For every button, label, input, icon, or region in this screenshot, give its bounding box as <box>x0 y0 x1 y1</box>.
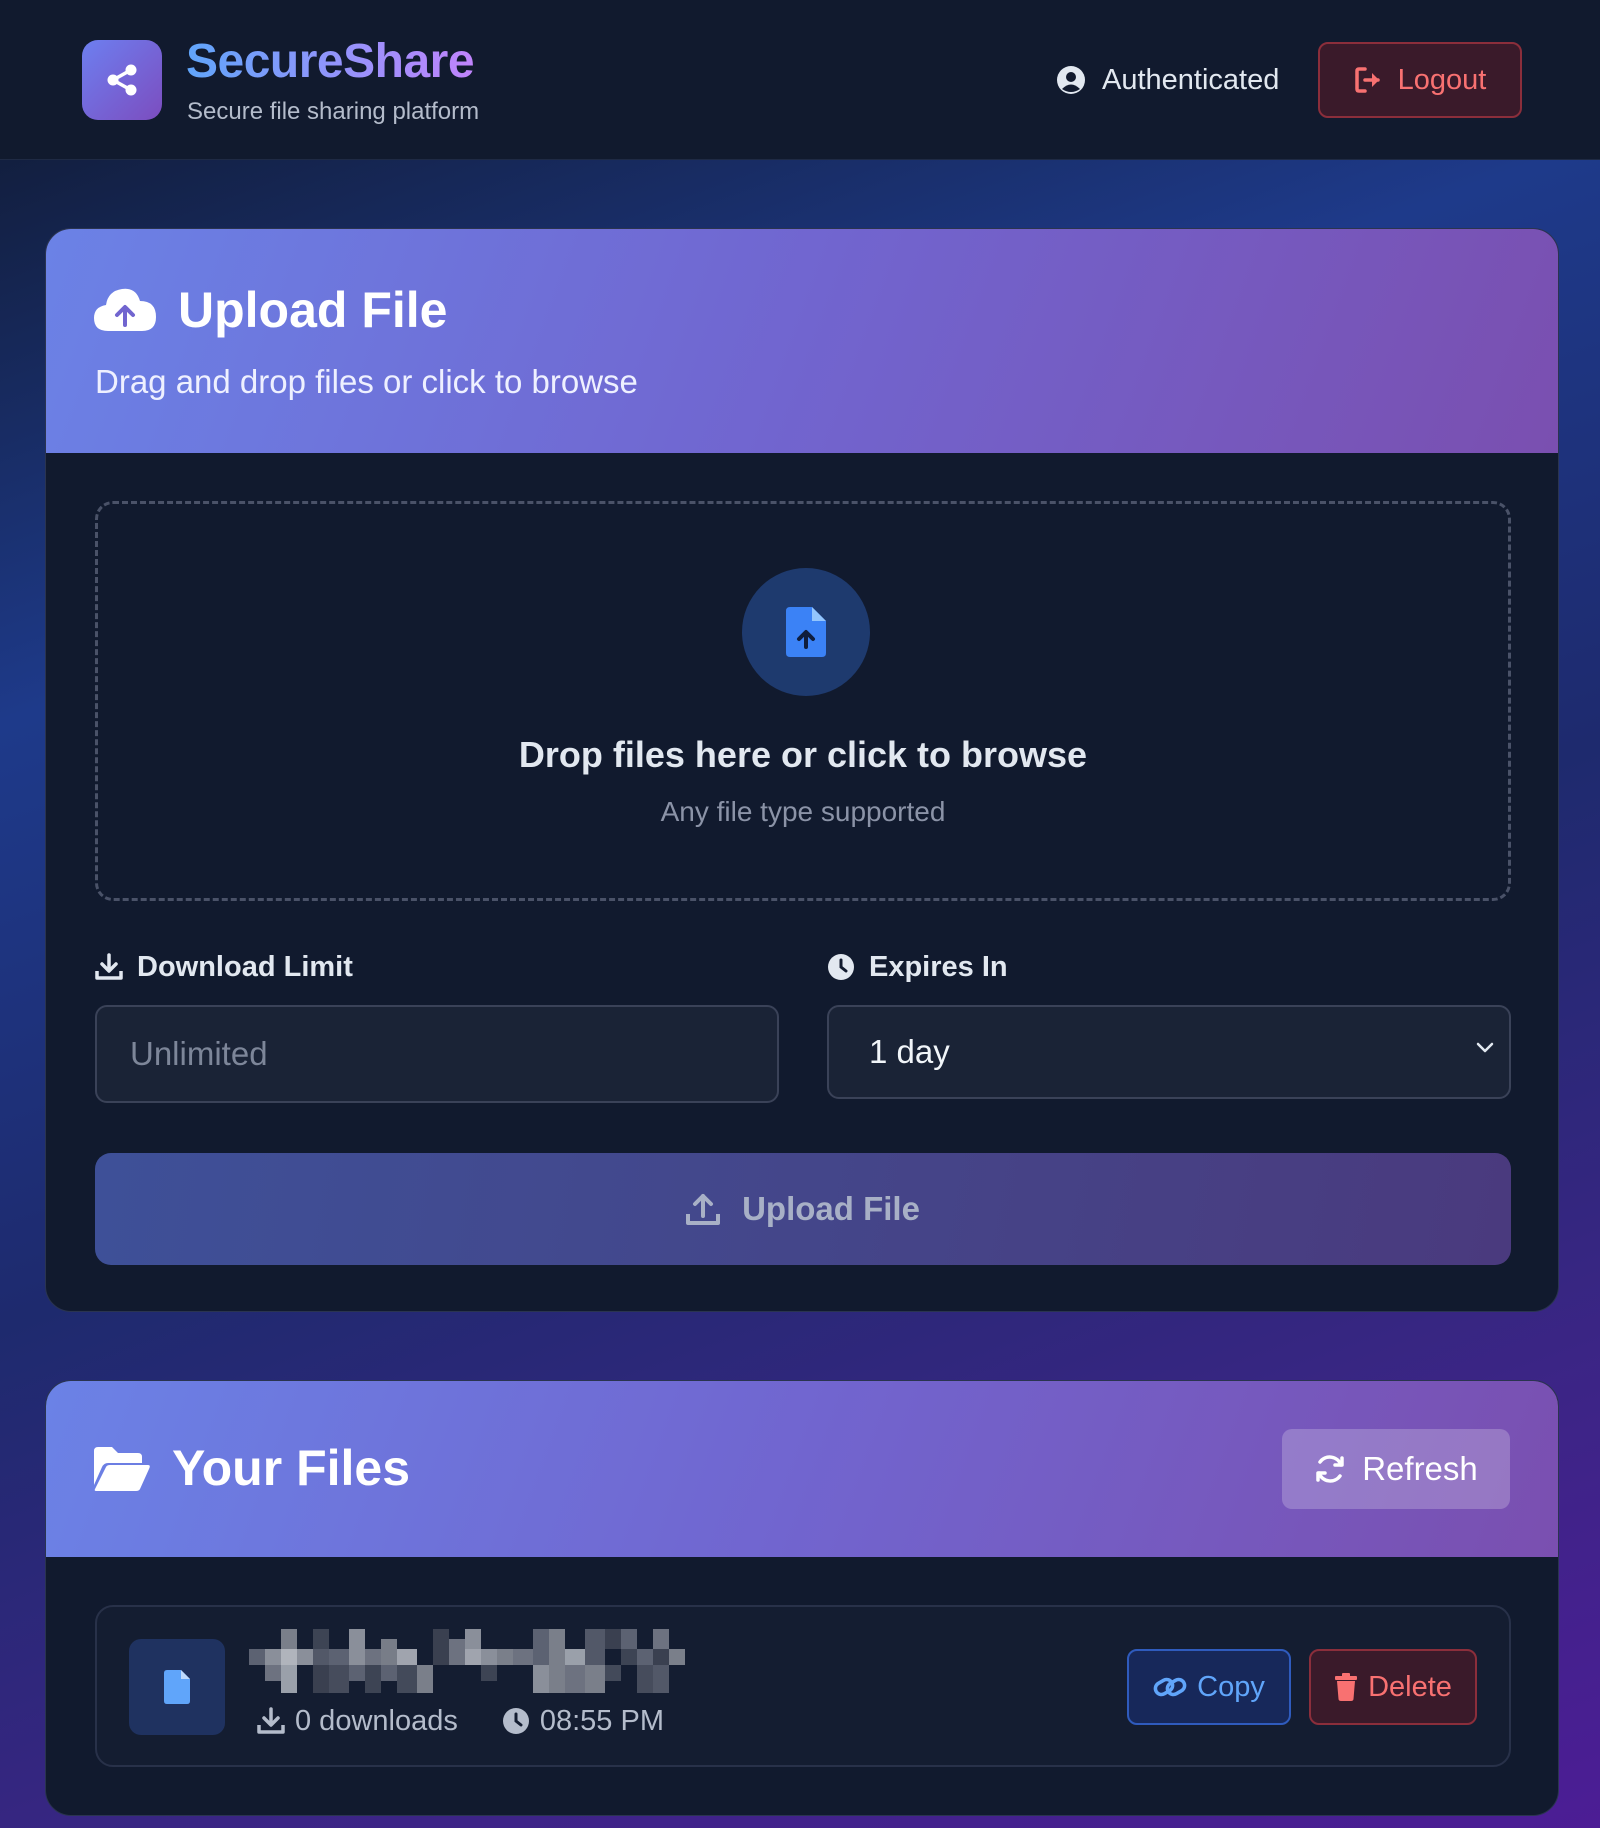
upload-file-button-label: Upload File <box>742 1190 920 1227</box>
upload-file-button[interactable]: Upload File <box>95 1153 1511 1265</box>
logo <box>82 40 162 120</box>
clock-icon <box>828 954 854 980</box>
expires-label-text: Expires In <box>869 950 1008 983</box>
dropzone-subtitle: Any file type supported <box>660 796 946 827</box>
delete-file-button[interactable]: Delete <box>1309 1649 1477 1725</box>
upload-title: Upload File <box>178 282 448 338</box>
dropzone-icon-circle <box>742 568 870 696</box>
file-time: 08:55 PM <box>539 1704 664 1737</box>
dropzone-title: Drop files here or click to browse <box>518 734 1088 775</box>
auth-status: Authenticated <box>1056 62 1279 98</box>
file-list-item: 0 downloads 08:55 PM Copy Delete <box>95 1605 1511 1767</box>
app-header: SecureShare Secure file sharing platform… <box>0 0 1600 160</box>
download-icon <box>257 1707 285 1734</box>
file-dropzone[interactable]: Drop files here or click to browse Any f… <box>95 501 1511 901</box>
logout-button[interactable]: Logout <box>1318 42 1522 118</box>
upload-card-header: Upload File Drag and drop files or click… <box>46 229 1558 453</box>
expires-selected-value: 1 day <box>869 1033 950 1070</box>
file-upload-icon <box>786 607 826 657</box>
link-icon <box>1153 1677 1187 1697</box>
upload-icon <box>686 1194 721 1225</box>
expires-label: Expires In <box>827 949 1008 985</box>
brand-subtitle: Secure file sharing platform <box>187 98 480 125</box>
auth-status-label: Authenticated <box>1102 63 1280 96</box>
logout-label: Logout <box>1397 63 1487 96</box>
trash-icon <box>1335 1673 1358 1701</box>
download-limit-input[interactable] <box>97 1007 777 1101</box>
sign-out-icon <box>1354 67 1380 93</box>
download-limit-label-text: Download Limit <box>137 950 353 983</box>
upload-card: Upload File Drag and drop files or click… <box>45 228 1559 1312</box>
file-icon-box <box>129 1639 225 1735</box>
file-download-count: 0 downloads <box>295 1704 458 1737</box>
refresh-button[interactable]: Refresh <box>1282 1429 1510 1509</box>
file-meta: 0 downloads 08:55 PM <box>257 1701 664 1741</box>
file-name-redacted <box>249 1629 685 1693</box>
files-title: Your Files <box>172 1440 411 1496</box>
chevron-down-icon <box>1476 1042 1494 1053</box>
download-limit-field <box>95 1005 779 1103</box>
cloud-upload-icon <box>94 288 156 331</box>
refresh-label: Refresh <box>1362 1450 1478 1487</box>
share-nodes-icon <box>107 64 137 96</box>
expires-select[interactable]: 1 day <box>827 1005 1511 1099</box>
download-icon <box>95 953 123 980</box>
copy-label: Copy <box>1197 1670 1265 1703</box>
clock-icon <box>502 1708 529 1734</box>
files-card: Your Files Refresh 0 downloads 08:55 PM … <box>45 1380 1559 1816</box>
user-circle-icon <box>1057 66 1085 94</box>
brand-title: SecureShare <box>186 35 475 88</box>
refresh-icon <box>1316 1455 1344 1483</box>
copy-link-button[interactable]: Copy <box>1127 1649 1291 1725</box>
upload-subtitle: Drag and drop files or click to browse <box>95 363 638 400</box>
files-card-header: Your Files Refresh <box>46 1381 1558 1557</box>
delete-label: Delete <box>1368 1670 1452 1703</box>
folder-open-icon <box>94 1447 150 1491</box>
file-icon <box>164 1670 190 1704</box>
download-limit-label: Download Limit <box>95 949 353 985</box>
